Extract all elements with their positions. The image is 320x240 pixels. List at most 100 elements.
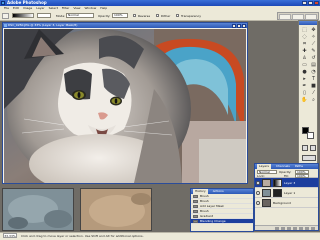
zoom-tool-icon[interactable]: ⌕: [310, 97, 317, 103]
history-item-label: Gradient: [200, 214, 214, 218]
layer-name: Layer 1: [284, 191, 296, 195]
clone-stamp-tool-icon[interactable]: ♙: [301, 55, 308, 61]
history-step-icon: [193, 195, 198, 198]
layer-thumbnail: [262, 199, 271, 207]
gradient-tool-icon[interactable]: [2, 13, 9, 19]
layer-thumbnail: [262, 179, 271, 187]
toolbox-header[interactable]: [299, 21, 317, 25]
marquee-tool-icon[interactable]: ⬚: [301, 27, 308, 33]
sand-texture-image: [81, 189, 151, 230]
trash-icon[interactable]: [311, 226, 315, 230]
maximize-icon[interactable]: [308, 1, 313, 5]
layer-row[interactable]: Layer 1: [255, 188, 318, 198]
slice-tool-icon[interactable]: ⟋: [310, 41, 317, 47]
reverse-label: Reverse: [138, 14, 151, 18]
background-color-swatch[interactable]: [307, 132, 314, 139]
mode-select[interactable]: Normal: [66, 13, 94, 18]
minimize-icon[interactable]: [302, 1, 307, 5]
document-icon: [4, 24, 7, 27]
layer-style-icon[interactable]: [281, 226, 285, 230]
new-layer-icon[interactable]: [305, 226, 309, 230]
eyedropper-tool-icon[interactable]: ⁄: [310, 90, 317, 96]
layer-name: Layer 3: [284, 181, 296, 185]
app-title: Adobe Photoshop: [7, 0, 47, 5]
thumbnail-sand-texture[interactable]: [80, 188, 152, 231]
palette-well: [277, 12, 319, 20]
history-item-label: Add Layer Mask: [200, 204, 224, 208]
path-selection-tool-icon[interactable]: ▸: [301, 76, 308, 82]
eye-icon[interactable]: [256, 191, 260, 195]
layer-row[interactable]: Background: [255, 198, 318, 208]
close-icon[interactable]: [242, 23, 246, 28]
minimize-icon[interactable]: [232, 23, 236, 28]
blur-tool-icon[interactable]: ●: [301, 69, 308, 75]
document-title-bar[interactable]: DSC_0250.JPG @ 33% (Layer 3, Layer Mask/…: [3, 23, 247, 28]
magic-wand-tool-icon[interactable]: ✧: [310, 34, 317, 40]
notes-tool-icon[interactable]: ▯: [301, 90, 308, 96]
zoom-level[interactable]: 33.33%: [3, 233, 17, 238]
close-icon[interactable]: [314, 1, 319, 5]
pen-tool-icon[interactable]: ✒: [301, 83, 308, 89]
dither-checkbox[interactable]: [156, 14, 159, 17]
hand-tool-icon[interactable]: ✋: [301, 97, 308, 103]
layers-footer: [255, 225, 318, 230]
dither-label: Dither: [161, 14, 171, 18]
adjustment-layer-icon[interactable]: [299, 226, 303, 230]
opacity-field[interactable]: 100%: [112, 13, 128, 18]
gradient-tool-icon[interactable]: ▤: [310, 62, 317, 68]
image-canvas[interactable]: [4, 29, 246, 183]
history-step-icon: [193, 210, 198, 213]
type-tool-icon[interactable]: T: [310, 76, 317, 82]
opacity-label: Opacity:: [98, 14, 111, 18]
window-controls: [302, 1, 319, 5]
cat-photo: [4, 29, 246, 183]
add-mask-icon[interactable]: [287, 226, 291, 230]
layer-thumbnail: [262, 189, 271, 197]
gradient-picker[interactable]: [12, 13, 34, 18]
standard-mode-icon[interactable]: [302, 145, 308, 151]
history-item-selected[interactable]: Blending Change: [191, 219, 253, 224]
history-item-label: Blending Change: [200, 219, 226, 223]
history-item-label: Brush: [200, 209, 209, 213]
healing-brush-tool-icon[interactable]: ✚: [301, 48, 308, 54]
link-icon[interactable]: [275, 226, 279, 230]
stone-texture-image: [3, 189, 73, 230]
dodge-tool-icon[interactable]: ◔: [310, 69, 317, 75]
layer-row[interactable]: Layer 3: [255, 178, 318, 188]
lasso-tool-icon[interactable]: ◌: [301, 34, 308, 40]
history-panel: History Actions Brush Brush Add Layer Ma…: [190, 188, 254, 232]
tool-grid: ⬚ ✥ ◌ ✧ ⌗ ⟋ ✚ ✎ ♙ ↺ ▭ ▤ ● ◔ ▸ T ✒ ■ ▯ ⁄ …: [301, 27, 317, 103]
document-window-controls: [232, 23, 246, 28]
palette-well-tab[interactable]: [279, 14, 291, 20]
layer-name: Background: [273, 201, 291, 205]
document-window: DSC_0250.JPG @ 33% (Layer 3, Layer Mask/…: [2, 22, 248, 184]
tool-options-bar: Mode: Normal Opacity: 100% Reverse Dithe…: [0, 11, 320, 21]
quick-mask-mode-icon[interactable]: [310, 145, 316, 151]
thumbnail-stone-texture[interactable]: [2, 188, 74, 231]
shape-tool-icon[interactable]: ■: [310, 83, 317, 89]
layers-options: Normal Opacity: 100% Lock: Fill: 100%: [255, 169, 318, 178]
history-step-icon: [193, 205, 198, 208]
crop-tool-icon[interactable]: ⌗: [301, 41, 308, 47]
brush-tool-icon[interactable]: ✎: [310, 48, 317, 54]
layer-mask-thumbnail[interactable]: [273, 179, 282, 187]
new-set-icon[interactable]: [293, 226, 297, 230]
reverse-checkbox[interactable]: [133, 14, 136, 17]
history-brush-tool-icon[interactable]: ↺: [310, 55, 317, 61]
eraser-tool-icon[interactable]: ▭: [301, 62, 308, 68]
screen-mode-icon[interactable]: [302, 155, 316, 161]
transparency-label: Transparency: [181, 14, 202, 18]
transparency-checkbox[interactable]: [176, 14, 179, 17]
history-step-icon: [193, 220, 198, 223]
eye-icon[interactable]: [256, 201, 260, 205]
move-tool-icon[interactable]: ✥: [310, 27, 317, 33]
history-item-label: Brush: [200, 199, 209, 203]
maximize-icon[interactable]: [237, 23, 241, 28]
gradient-type-buttons[interactable]: [37, 13, 51, 18]
eye-icon[interactable]: [256, 181, 260, 185]
layers-panel: Layers Channels Paths Normal Opacity: 10…: [254, 163, 319, 231]
history-item-label: Brush: [200, 194, 209, 198]
layer-mask-thumbnail[interactable]: [273, 189, 282, 197]
status-bar: 33.33% Click and drag to move layer or s…: [0, 232, 320, 240]
history-step-icon: [193, 215, 198, 218]
